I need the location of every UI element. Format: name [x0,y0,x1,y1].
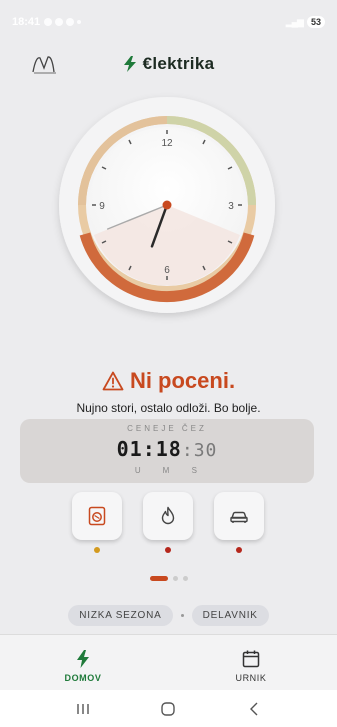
clock-number-12: 12 [161,138,173,149]
car-icon [230,511,248,523]
day-type-chip[interactable]: DELAVNIK [191,605,269,626]
back-icon[interactable] [245,700,263,718]
status-bar: 18:41 ▂▄▆ 53 [0,0,337,44]
countdown-label: CENEJE ČEZ [127,424,207,433]
tariff-chips: NIZKA SEZONA DELAVNIK [0,605,337,626]
flame-button[interactable] [143,492,193,540]
calendar-icon [242,650,260,668]
flame-status-dot [165,547,171,553]
unit-seconds: S [191,466,199,475]
nav-item-schedule[interactable]: URNIK [211,649,291,683]
status-left: 18:41 [12,16,82,28]
bolt-icon [77,650,89,668]
countdown-card: CENEJE ČEZ 01:18:30 U M S [20,419,314,483]
page-dot[interactable] [172,576,178,581]
notification-icon [44,18,53,26]
countdown-units: U M S [20,466,314,475]
signal-icon: ▂▄▆ [285,16,304,27]
chip-separator [180,614,184,617]
more-notifications-icon [77,20,82,24]
recent-apps-icon[interactable] [74,700,92,718]
nav-label-home: DOMOV [64,673,102,683]
flame-icon [161,506,175,525]
countdown-time: 01:18:30 [116,437,218,461]
page-dot-active[interactable] [149,576,168,581]
app-header: €lektrika [0,48,337,80]
car-status-dot [236,547,242,553]
washing-machine-button[interactable] [72,492,122,540]
brand-name: €lektrika [142,54,215,73]
clock-center-pin [162,200,172,210]
bolt-icon [123,56,136,72]
appliance-buttons [72,492,264,562]
washing-machine-icon [88,506,106,526]
unit-minutes: M [162,466,172,475]
bottom-nav: DOMOV URNIK [0,634,337,690]
notification-icon [66,18,75,26]
notification-icons [44,18,82,26]
status-headline: Ni poceni. [0,368,337,394]
logo-icon[interactable] [30,52,58,76]
battery-icon: 53 [306,16,325,28]
clock-number-6: 6 [164,265,170,276]
countdown-minutes: 18 [155,437,182,461]
warning-icon [102,371,124,391]
home-icon[interactable] [159,700,177,718]
price-clock: 12 3 6 9 [58,96,276,314]
washing-machine-status-dot [94,547,100,553]
nav-label-schedule: URNIK [235,673,267,683]
brand: €lektrika [123,54,215,74]
page-indicator[interactable] [0,576,337,581]
unit-hours: U [134,466,143,475]
status-time: 18:41 [12,16,41,28]
clock-face: 12 3 6 9 [59,97,275,313]
page-dot[interactable] [182,576,188,581]
status-subline: Nujno stori, ostalo odloži. Bo bolje. [76,401,261,415]
countdown-seconds: 30 [193,440,218,461]
season-chip[interactable]: NIZKA SEZONA [68,605,173,626]
clock-number-9: 9 [99,201,105,212]
notification-icon [55,18,64,26]
headline-text: Ni poceni. [129,368,236,393]
clock-number-3: 3 [228,201,234,212]
car-button[interactable] [214,492,264,540]
nav-item-home[interactable]: DOMOV [43,649,123,683]
system-nav-bar [0,690,337,727]
countdown-hours: 01 [116,437,143,461]
status-right: ▂▄▆ 53 [286,16,325,28]
